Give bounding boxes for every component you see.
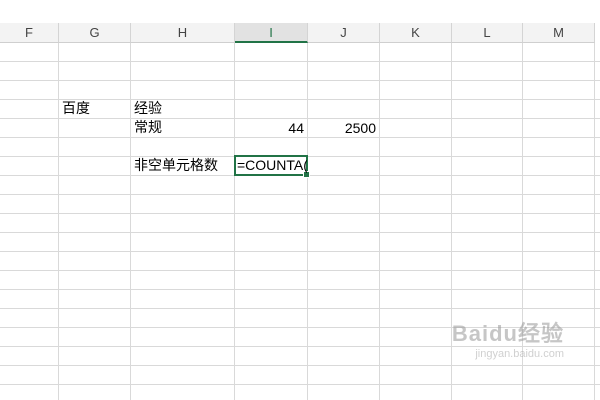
cell-h-changgui[interactable]: 常规 bbox=[134, 119, 162, 138]
column-header-h[interactable]: H bbox=[131, 23, 235, 43]
column-header-i[interactable]: I bbox=[235, 23, 308, 43]
watermark-brand: Baidu经验 bbox=[451, 321, 564, 346]
cell-g-baidu[interactable]: 百度 bbox=[62, 100, 90, 119]
column-header-g[interactable]: G bbox=[59, 23, 131, 43]
active-cell-formula: =COUNTA( bbox=[237, 157, 307, 173]
column-header-f[interactable]: F bbox=[0, 23, 59, 43]
column-header-l[interactable]: L bbox=[452, 23, 523, 43]
cell-h-nonempty-label[interactable]: 非空单元格数 bbox=[134, 157, 218, 176]
cell-h-jingyan[interactable]: 经验 bbox=[134, 100, 162, 119]
column-header-j[interactable]: J bbox=[308, 23, 380, 43]
watermark-url: jingyan.baidu.com bbox=[475, 348, 564, 360]
column-header-k[interactable]: K bbox=[380, 23, 452, 43]
cell-i-value[interactable]: 44 bbox=[236, 119, 304, 138]
column-header-m[interactable]: M bbox=[523, 23, 595, 43]
watermark: Baidu经验 jingyan.baidu.com bbox=[452, 316, 564, 360]
cell-j-value[interactable]: 2500 bbox=[308, 119, 376, 138]
